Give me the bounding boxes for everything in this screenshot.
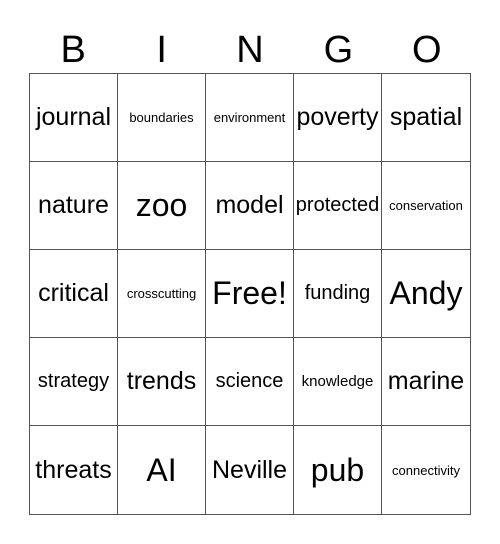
bingo-cell[interactable]: Andy: [382, 250, 470, 338]
header-letter-o: O: [412, 29, 442, 71]
bingo-cell[interactable]: connectivity: [382, 426, 470, 514]
bingo-cell[interactable]: trends: [118, 338, 206, 426]
bingo-cell[interactable]: protected: [294, 162, 382, 250]
header-letter-g: G: [323, 29, 354, 71]
bingo-cell[interactable]: poverty: [294, 74, 382, 162]
bingo-cell[interactable]: model: [206, 162, 294, 250]
bingo-cell[interactable]: knowledge: [294, 338, 382, 426]
bingo-cell[interactable]: boundaries: [118, 74, 206, 162]
bingo-grid: journal boundaries environment poverty spati…: [29, 73, 471, 515]
bingo-cell[interactable]: journal: [30, 74, 118, 162]
header-letter-n: N: [236, 29, 264, 71]
bingo-cell[interactable]: zoo: [118, 162, 206, 250]
bingo-cell-free[interactable]: Free!: [206, 250, 294, 338]
bingo-cell[interactable]: strategy: [30, 338, 118, 426]
bingo-cell[interactable]: crosscutting: [118, 250, 206, 338]
bingo-cell[interactable]: nature: [30, 162, 118, 250]
bingo-cell[interactable]: threats: [30, 426, 118, 514]
bingo-cell[interactable]: pub: [294, 426, 382, 514]
bingo-cell[interactable]: spatial: [382, 74, 470, 162]
bingo-cell[interactable]: conservation: [382, 162, 470, 250]
bingo-header: B I N G O: [29, 28, 471, 72]
bingo-cell[interactable]: Neville: [206, 426, 294, 514]
bingo-cell[interactable]: critical: [30, 250, 118, 338]
bingo-cell[interactable]: science: [206, 338, 294, 426]
bingo-cell[interactable]: environment: [206, 74, 294, 162]
bingo-cell[interactable]: funding: [294, 250, 382, 338]
bingo-cell[interactable]: AI: [118, 426, 206, 514]
bingo-cell[interactable]: marine: [382, 338, 470, 426]
header-letter-b: B: [60, 29, 86, 71]
header-letter-i: I: [156, 29, 167, 71]
